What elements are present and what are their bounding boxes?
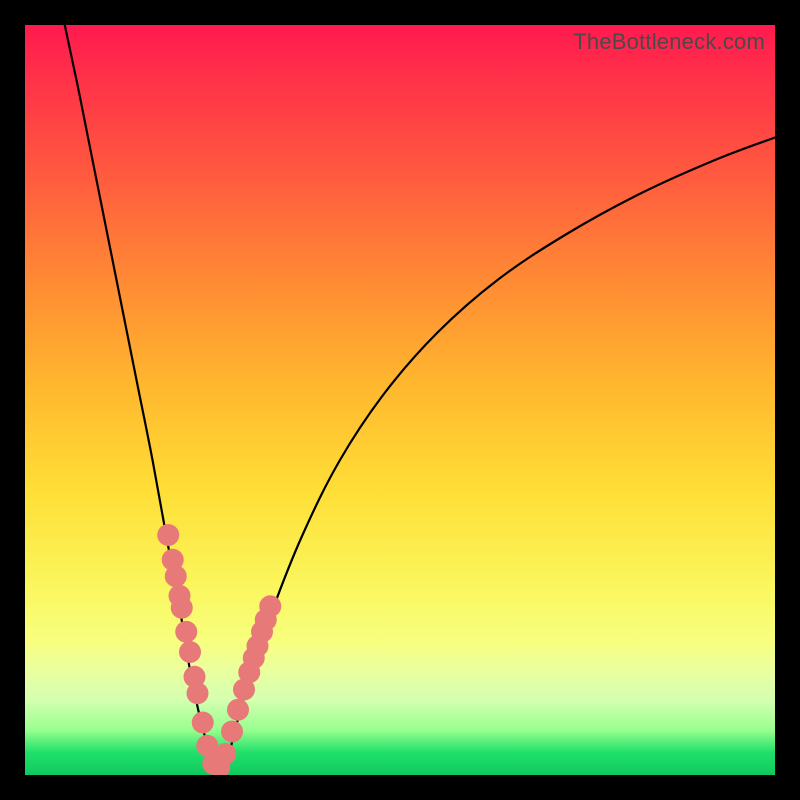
data-point: [187, 682, 209, 704]
data-point: [165, 565, 187, 587]
data-point: [227, 699, 249, 721]
data-points-group: [157, 524, 281, 775]
data-point: [221, 721, 243, 743]
watermark-label: TheBottleneck.com: [573, 29, 765, 55]
chart-svg: [25, 25, 775, 775]
data-point: [157, 524, 179, 546]
data-point: [214, 743, 236, 765]
data-point: [259, 595, 281, 617]
data-point: [192, 712, 214, 734]
data-point: [175, 621, 197, 643]
plot-area: TheBottleneck.com: [25, 25, 775, 775]
data-point: [171, 597, 193, 619]
bottleneck-curve: [65, 25, 775, 771]
data-point: [179, 641, 201, 663]
